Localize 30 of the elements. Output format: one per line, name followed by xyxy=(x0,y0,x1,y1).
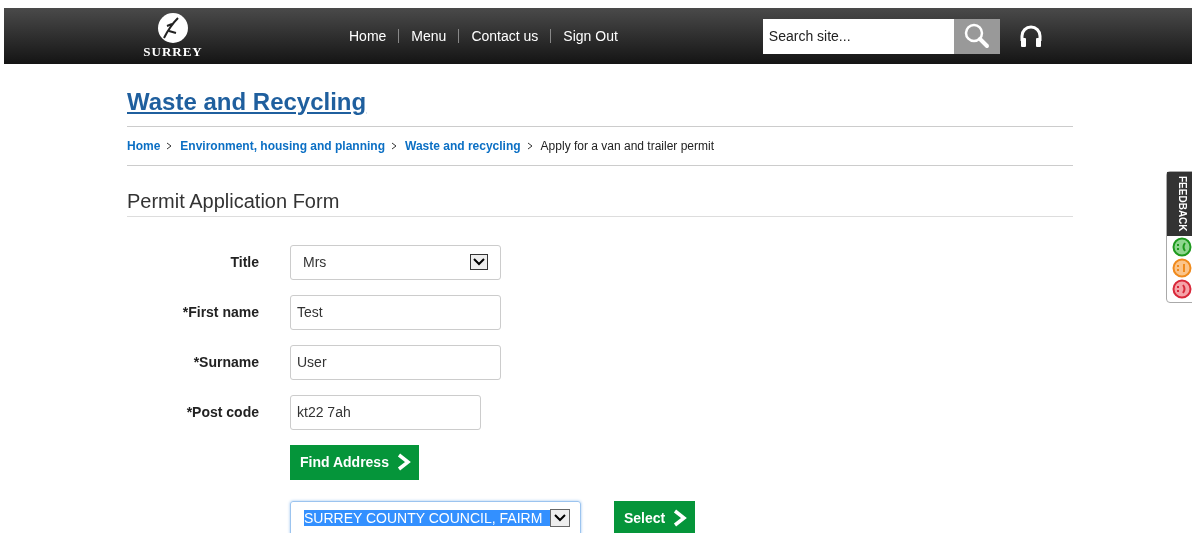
field-label: *Surname xyxy=(192,354,259,370)
input-field[interactable]: User xyxy=(290,344,501,380)
input-field[interactable]: kt22 7ah xyxy=(290,394,481,430)
nav-link[interactable]: Menu xyxy=(411,28,447,44)
logo-text: SURREY xyxy=(143,44,203,60)
breadcrumb-link[interactable]: Environment, housing and planning xyxy=(180,139,385,153)
nav-link[interactable]: Sign Out xyxy=(563,28,618,44)
chevron-icon xyxy=(391,142,397,150)
search-button[interactable] xyxy=(953,18,1000,54)
field-label: *First name xyxy=(181,304,259,320)
title-select[interactable]: Mrs xyxy=(290,244,501,280)
select-button[interactable]: Select xyxy=(614,500,696,533)
breadcrumb-link[interactable]: Home xyxy=(127,139,161,153)
form-title: Permit Application Form xyxy=(127,190,1073,217)
breadcrumb-link[interactable]: Waste and recycling xyxy=(405,139,521,153)
page-title[interactable]: Waste and Recycling xyxy=(127,88,367,126)
breadcrumb-current: Apply for a van and trailer permit xyxy=(540,139,715,153)
input-field[interactable]: Test xyxy=(290,294,501,330)
chevron-icon xyxy=(166,142,173,150)
chevron-icon[interactable] xyxy=(396,453,411,471)
search-field[interactable]: Search site... xyxy=(762,18,954,54)
field-label: Title xyxy=(229,254,259,270)
chevron-icon xyxy=(526,142,533,150)
nav-link[interactable]: Home xyxy=(349,28,387,44)
chevron-icon[interactable] xyxy=(673,509,688,527)
feedback-tab[interactable]: FEEDBACK xyxy=(1166,171,1192,303)
nav-link[interactable]: Contact us xyxy=(471,28,539,44)
neutral-face-icon[interactable] xyxy=(1172,257,1192,278)
field-label: *Post code xyxy=(185,404,259,420)
find-address-button[interactable]: Find Address xyxy=(290,444,419,480)
